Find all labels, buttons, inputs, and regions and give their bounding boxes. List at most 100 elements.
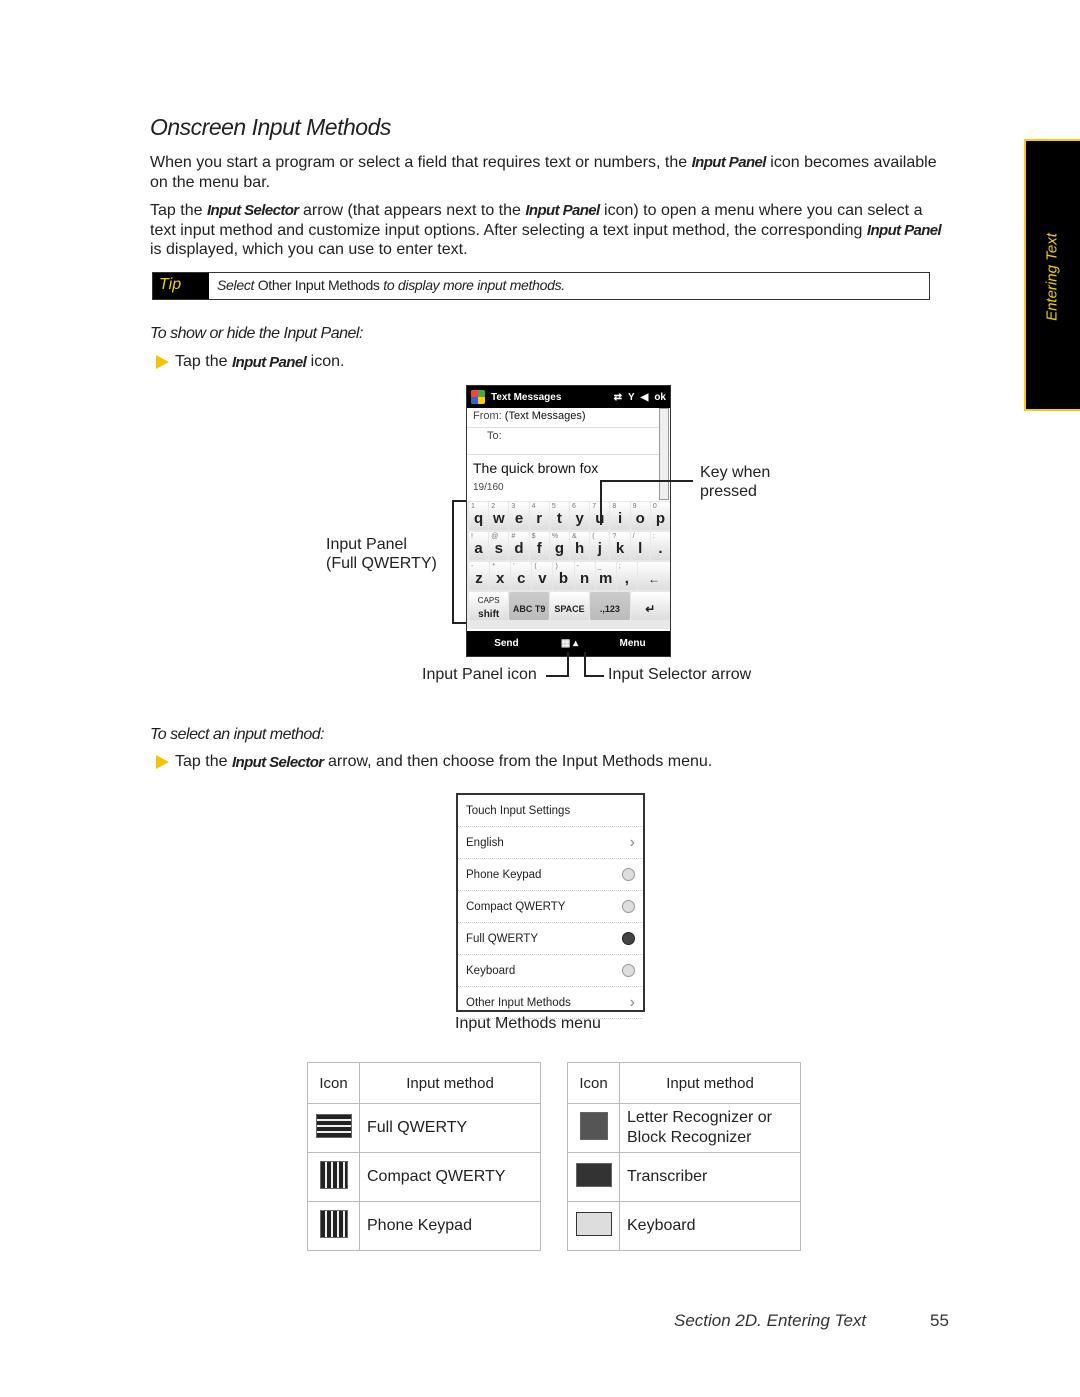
menu-item[interactable]: English › (458, 827, 643, 859)
page-number: 55 (930, 1311, 949, 1330)
key[interactable]: :. (650, 532, 670, 560)
key[interactable]: -n (574, 562, 595, 590)
callout-bracket (452, 622, 466, 624)
text: is displayed, which you can use to enter… (150, 241, 468, 258)
header-icon: Icon (307, 1062, 360, 1104)
menu-item-label: Full QWERTY (466, 932, 538, 945)
emphasis: Input Panel (866, 221, 942, 239)
menu-item[interactable]: Phone Keypad (458, 859, 643, 891)
icon-cell (307, 1201, 360, 1251)
key[interactable]: _ m (595, 562, 616, 590)
key-secondary: & (572, 533, 577, 540)
key[interactable]: ) b (553, 562, 574, 590)
text: Input Panel (326, 536, 407, 553)
key-label: i (617, 510, 623, 527)
step-show-hide: Tap the Input Panel icon. (156, 353, 344, 371)
signal-icon: Y (627, 391, 635, 403)
radio-button[interactable] (622, 932, 635, 945)
caps-label: CAPS (477, 596, 500, 605)
key-row: ! a @ s # d $ f% g & h(j? k / l:. (467, 531, 670, 561)
key[interactable]: (v (532, 562, 553, 590)
text: Tap the (175, 353, 228, 370)
key-label: e (514, 510, 524, 527)
icon-cell (307, 1152, 360, 1202)
key[interactable]: ' c (511, 562, 532, 590)
key-label: c (517, 570, 526, 587)
key-label: p (655, 510, 666, 527)
page-title: Onscreen Input Methods (150, 114, 391, 140)
key-label: d (514, 540, 524, 557)
menu-item[interactable]: Keyboard (458, 955, 643, 987)
callout-input-panel: Input Panel (Full QWERTY) (326, 535, 437, 573)
footer-section: Section 2D. Entering Text (674, 1311, 867, 1330)
to-label: To: (487, 430, 502, 442)
key[interactable]: % g (549, 532, 570, 560)
header-icon: Icon (567, 1062, 620, 1104)
caps-shift-key[interactable]: CAPS shift (469, 592, 509, 620)
key-label: b (558, 570, 569, 587)
input-selector-arrow-icon[interactable]: ▴ (573, 638, 578, 649)
to-field[interactable]: To: (467, 428, 670, 455)
backspace-key[interactable]: ← (637, 562, 670, 590)
input-panel-icon[interactable]: ▦ ▴ (546, 638, 593, 649)
radio-button[interactable] (622, 964, 635, 977)
numeric-key[interactable]: .,123 (590, 592, 630, 620)
key[interactable]: * x (490, 562, 511, 590)
table-row: Transcriber (567, 1152, 801, 1202)
tip-label: Tip (153, 273, 209, 299)
key[interactable]: $ f (529, 532, 549, 560)
key-secondary: ; (618, 563, 621, 570)
key-secondary: ' (513, 563, 515, 570)
input-methods-menu: Touch Input Settings English › Phone Keypad… (456, 793, 645, 1019)
method-name: Compact QWERTY (359, 1152, 541, 1202)
radio-button[interactable] (622, 900, 635, 913)
callout-key-pressed: Key when pressed (700, 463, 770, 501)
message-body[interactable]: The quick brown fox (467, 455, 670, 482)
menu-item-label: Compact QWERTY (466, 900, 566, 913)
tip-text: Select Other Input Methods to display mo… (209, 273, 565, 299)
send-softkey[interactable]: Send (467, 638, 546, 649)
ok-button[interactable]: ok (654, 392, 666, 403)
key-secondary: 0 (652, 503, 657, 510)
key-secondary: ? (612, 533, 617, 540)
key-secondary: % (551, 533, 559, 540)
key[interactable]: & h (570, 532, 590, 560)
key-secondary: @ (491, 533, 499, 540)
intro-paragraph-2: Tap the Input Selector arrow (that appea… (150, 201, 950, 260)
key[interactable]: -z (469, 562, 490, 590)
enter-key[interactable]: ↵ (630, 592, 670, 620)
phone-screenshot: Text Messages ⇄ Y ◀ ok From: (Text Messa… (466, 385, 671, 657)
scrollbar[interactable] (659, 408, 669, 500)
callout-line (584, 675, 604, 677)
key[interactable]: ;, (616, 562, 637, 590)
menu-caption: Input Methods menu (455, 1015, 601, 1032)
key-secondary: ) (555, 563, 558, 570)
status-title: Text Messages (491, 391, 562, 403)
t9-toggle[interactable]: ABC T9 (509, 592, 549, 620)
key-secondary: _ (597, 563, 602, 570)
bullet-arrow-icon (156, 355, 169, 369)
menu-item-label: English (466, 836, 504, 849)
text: Tap the (150, 202, 207, 219)
table-row: Letter Recognizer or Block Recognizer (567, 1103, 801, 1153)
text: Select (217, 277, 258, 293)
key[interactable]: / l (630, 532, 650, 560)
key-secondary: 1 (471, 503, 475, 510)
method-name: Letter Recognizer or Block Recognizer (619, 1103, 801, 1153)
space-key[interactable]: SPACE (549, 592, 590, 620)
menu-bar: Send ▦ ▴ Menu (467, 631, 670, 656)
key-secondary: 6 (572, 503, 576, 510)
tip-box: Tip Select Other Input Methods to displa… (152, 272, 930, 300)
menu-item[interactable]: Compact QWERTY (458, 891, 643, 923)
header-method: Input method (619, 1062, 801, 1104)
section-select-title: To select an input method: (150, 726, 325, 743)
from-value: (Text Messages) (504, 410, 586, 422)
radio-button[interactable] (622, 868, 635, 881)
emphasis: Input Panel (231, 353, 307, 371)
menu-softkey[interactable]: Menu (593, 638, 670, 649)
key-label: z (475, 570, 483, 587)
menu-item[interactable]: Touch Input Settings (458, 795, 643, 827)
menu-item[interactable]: Full QWERTY (458, 923, 643, 955)
key-label: o (635, 510, 645, 527)
step-select: Tap the Input Selector arrow, and then c… (156, 753, 712, 771)
